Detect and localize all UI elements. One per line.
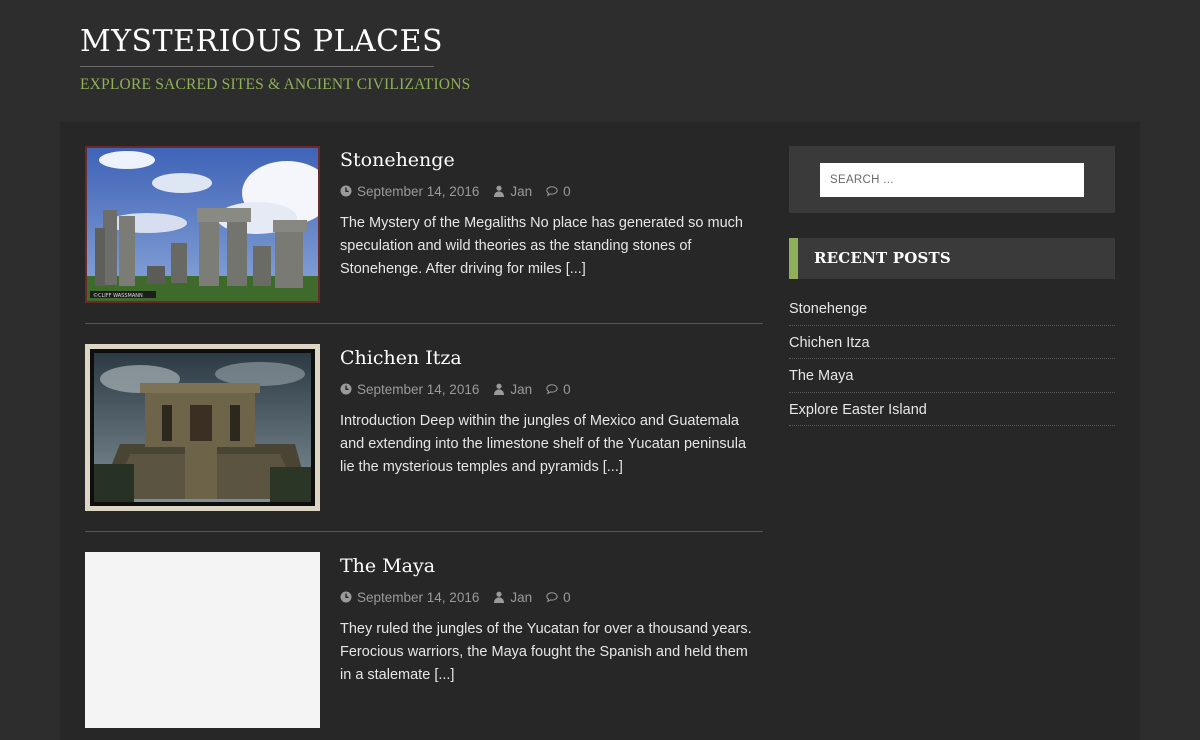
content-container: ©CLIFF WASSMANN Stonehenge September 14,…: [60, 122, 1140, 740]
comment-icon: [546, 384, 558, 395]
post-body: The Maya September 14, 2016 Jan 0 They r…: [340, 552, 760, 687]
post-meta: September 14, 2016 Jan 0: [340, 182, 760, 200]
user-icon: [494, 383, 505, 395]
read-more-link[interactable]: [...]: [434, 667, 454, 683]
post-excerpt: They ruled the jungles of the Yucatan fo…: [340, 621, 752, 683]
stonehenge-image: ©CLIFF WASSMANN: [87, 148, 318, 301]
search-widget: [789, 146, 1115, 213]
thumbnail-credit: ©CLIFF WASSMANN: [93, 292, 143, 299]
header-divider: [80, 66, 434, 67]
post-body: Stonehenge September 14, 2016 Jan 0 The …: [340, 146, 760, 281]
post-body: Chichen Itza September 14, 2016 Jan 0 In…: [340, 344, 760, 479]
post-thumbnail-stonehenge[interactable]: ©CLIFF WASSMANN: [85, 146, 320, 303]
post-excerpt: The Mystery of the Megaliths No place ha…: [340, 215, 743, 277]
post-comments[interactable]: 0: [546, 382, 571, 397]
post-title[interactable]: Stonehenge: [340, 147, 760, 173]
post-date: September 14, 2016: [340, 382, 479, 397]
recent-post-link[interactable]: Explore Easter Island: [789, 393, 1115, 426]
recent-post-link[interactable]: The Maya: [789, 359, 1115, 393]
clock-icon: [340, 383, 352, 395]
post-date: September 14, 2016: [340, 184, 479, 199]
recent-posts-header: RECENT POSTS: [789, 238, 1115, 279]
post-author[interactable]: Jan: [493, 590, 532, 605]
user-icon: [494, 591, 505, 603]
post-date: September 14, 2016: [340, 590, 479, 605]
post-stonehenge: ©CLIFF WASSMANN Stonehenge September 14,…: [85, 146, 763, 324]
clock-icon: [340, 185, 352, 197]
comment-icon: [546, 592, 558, 603]
read-more-link[interactable]: [...]: [603, 459, 623, 475]
read-more-link[interactable]: [...]: [566, 261, 586, 277]
site-title[interactable]: MYSTERIOUS PLACES: [80, 22, 443, 62]
recent-post-link[interactable]: Chichen Itza: [789, 326, 1115, 359]
post-chichen-itza: Chichen Itza September 14, 2016 Jan 0 In…: [85, 344, 763, 532]
post-thumbnail-the-maya[interactable]: [85, 552, 320, 728]
post-meta: September 14, 2016 Jan 0: [340, 588, 760, 606]
post-title[interactable]: Chichen Itza: [340, 345, 760, 371]
site-description: EXPLORE SACRED SITES & ANCIENT CIVILIZAT…: [80, 76, 471, 93]
recent-posts-title: RECENT POSTS: [814, 249, 951, 267]
comment-icon: [546, 186, 558, 197]
post-meta: September 14, 2016 Jan 0: [340, 380, 760, 398]
post-thumbnail-chichen-itza[interactable]: [85, 344, 320, 511]
site-header: MYSTERIOUS PLACES EXPLORE SACRED SITES &…: [80, 22, 471, 94]
post-title[interactable]: The Maya: [340, 553, 760, 579]
post-excerpt: Introduction Deep within the jungles of …: [340, 413, 747, 475]
recent-post-link[interactable]: Stonehenge: [789, 292, 1115, 326]
post-comments[interactable]: 0: [546, 184, 571, 199]
post-author[interactable]: Jan: [493, 184, 532, 199]
recent-posts-list: Stonehenge Chichen Itza The Maya Explore…: [789, 292, 1115, 426]
search-input[interactable]: [820, 163, 1084, 197]
post-the-maya: The Maya September 14, 2016 Jan 0 They r…: [85, 552, 763, 740]
clock-icon: [340, 591, 352, 603]
user-icon: [494, 185, 505, 197]
post-comments[interactable]: 0: [546, 590, 571, 605]
post-author[interactable]: Jan: [493, 382, 532, 397]
chichen-itza-image: [90, 349, 315, 506]
